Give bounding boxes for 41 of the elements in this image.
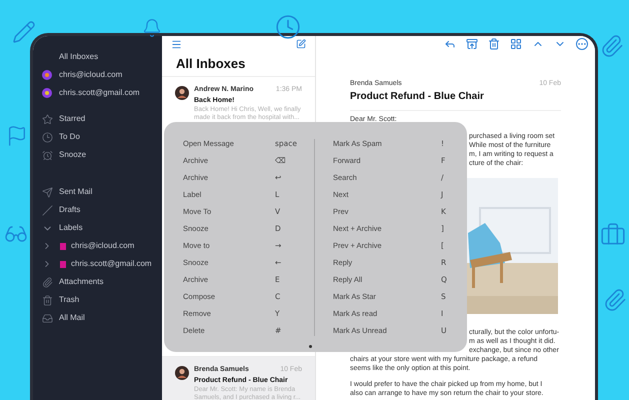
avatar-icon: [175, 366, 189, 380]
compose-icon[interactable]: [296, 39, 306, 49]
send-icon: [42, 186, 52, 198]
sidebar-item[interactable]: Snooze: [59, 149, 86, 161]
pencil-icon: [12, 20, 36, 44]
tag-icon: [60, 242, 66, 250]
paperclip-icon: [600, 34, 624, 58]
menu-icon[interactable]: [171, 38, 182, 50]
bell-icon: [142, 18, 162, 38]
inbox-icon: [42, 312, 52, 324]
clock-icon: [275, 14, 301, 40]
tray-icon[interactable]: [466, 38, 478, 50]
sidebar-item[interactable]: Starred: [59, 113, 86, 125]
sidebar-item[interactable]: To Do: [59, 131, 80, 143]
paperclip-icon: [603, 288, 627, 312]
grid-icon[interactable]: [510, 38, 522, 50]
sidebar-item[interactable]: Sent Mail: [59, 186, 92, 198]
sidebar-item[interactable]: All Inboxes: [59, 51, 98, 63]
list-title: All Inboxes: [175, 55, 246, 74]
sidebar-item[interactable]: chris.scott@gmail.com: [59, 87, 140, 99]
clock-icon: [42, 132, 52, 142]
tag-icon: [60, 260, 66, 268]
sidebar-item[interactable]: Drafts: [59, 204, 80, 216]
trash-icon: [42, 294, 52, 306]
avatar-icon: [175, 86, 189, 100]
sidebar-item[interactable]: chris@icloud.com: [71, 240, 134, 252]
star-icon: [42, 114, 52, 124]
message-subject: Product Refund - Blue Chair: [350, 90, 485, 102]
paperclip-icon: [42, 276, 52, 288]
flag-icon: [6, 125, 28, 147]
sidebar-item[interactable]: chris.scott@gmail.com: [71, 258, 152, 270]
more-icon[interactable]: [576, 38, 588, 50]
sidebar-item[interactable]: Trash: [59, 294, 80, 306]
pencil-line-icon: [42, 204, 52, 216]
reply-icon[interactable]: [444, 38, 456, 50]
trash-icon[interactable]: [488, 38, 500, 50]
sidebar-item[interactable]: Labels: [59, 222, 83, 234]
sidebar-item[interactable]: chris@icloud.com: [59, 69, 122, 81]
sidebar-item[interactable]: Attachments: [59, 276, 104, 288]
alarm-clock-icon: [42, 150, 52, 160]
sidebar-item[interactable]: All Mail: [59, 312, 85, 324]
